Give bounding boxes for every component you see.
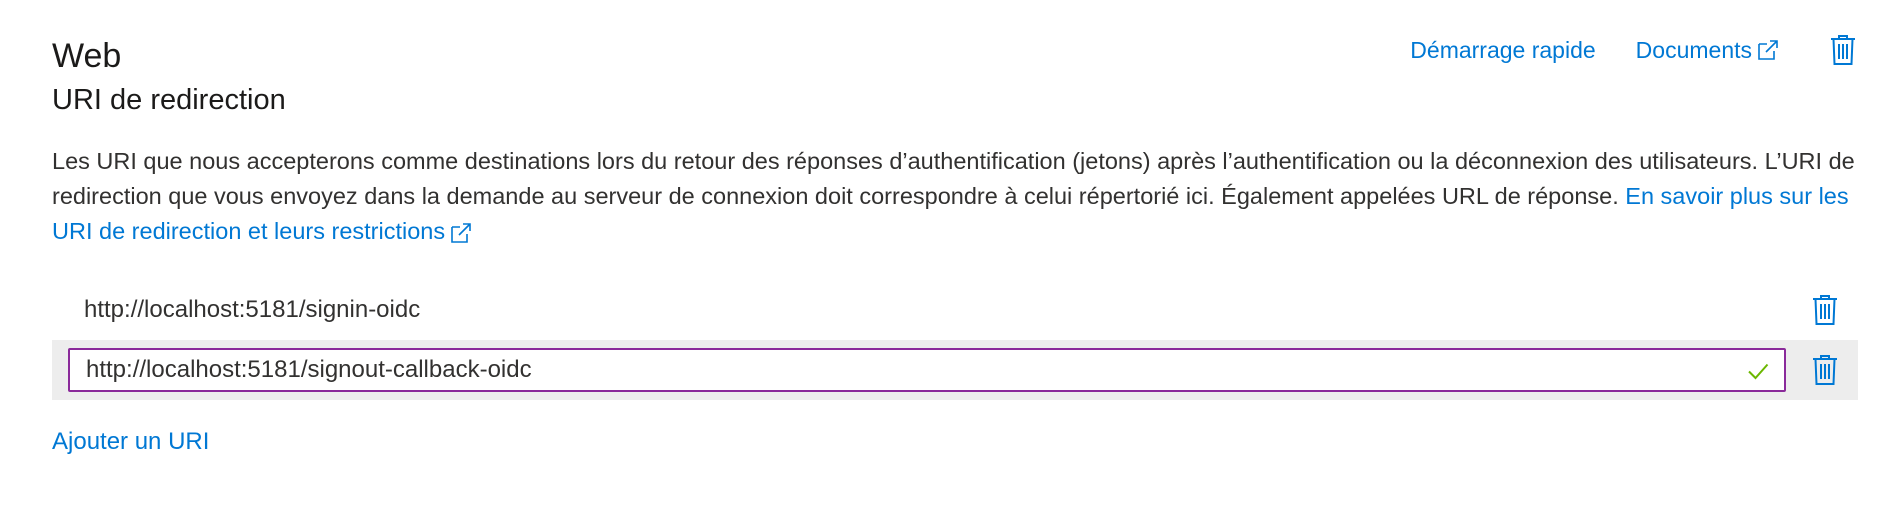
description-body: Les URI que nous accepterons comme desti… <box>52 148 1855 209</box>
documents-link-label: Documents <box>1635 36 1752 63</box>
delete-uri-button[interactable] <box>1810 292 1840 328</box>
header-actions: Démarrage rapide Documents <box>1410 32 1858 68</box>
redirect-uri-input[interactable]: http://localhost:5181/signout-callback-o… <box>68 348 1786 392</box>
redirect-uri-row[interactable]: http://localhost:5181/signin-oidc <box>52 280 1858 340</box>
delete-platform-button[interactable] <box>1828 32 1858 68</box>
web-redirect-section: Web URI de redirection Démarrage rapide … <box>52 0 1858 506</box>
section-subtitle: URI de redirection <box>52 84 286 116</box>
redirect-uri-row: http://localhost:5181/signout-callback-o… <box>52 340 1858 400</box>
trash-icon <box>1831 35 1855 65</box>
external-link-icon <box>451 222 471 243</box>
section-title: Web <box>52 37 122 75</box>
trash-icon <box>1813 295 1837 325</box>
external-link-icon <box>1758 40 1778 60</box>
add-uri-link[interactable]: Ajouter un URI <box>52 426 209 458</box>
quickstart-link[interactable]: Démarrage rapide <box>1410 37 1595 64</box>
checkmark-icon <box>1748 363 1769 380</box>
trash-icon <box>1813 355 1837 385</box>
delete-uri-button[interactable] <box>1810 352 1840 388</box>
description-text: Les URI que nous accepterons comme desti… <box>52 144 1858 249</box>
redirect-uri-value[interactable]: http://localhost:5181/signin-oidc <box>84 294 420 326</box>
documents-link[interactable]: Documents <box>1636 37 1780 64</box>
redirect-uri-input-value: http://localhost:5181/signout-callback-o… <box>86 356 532 383</box>
